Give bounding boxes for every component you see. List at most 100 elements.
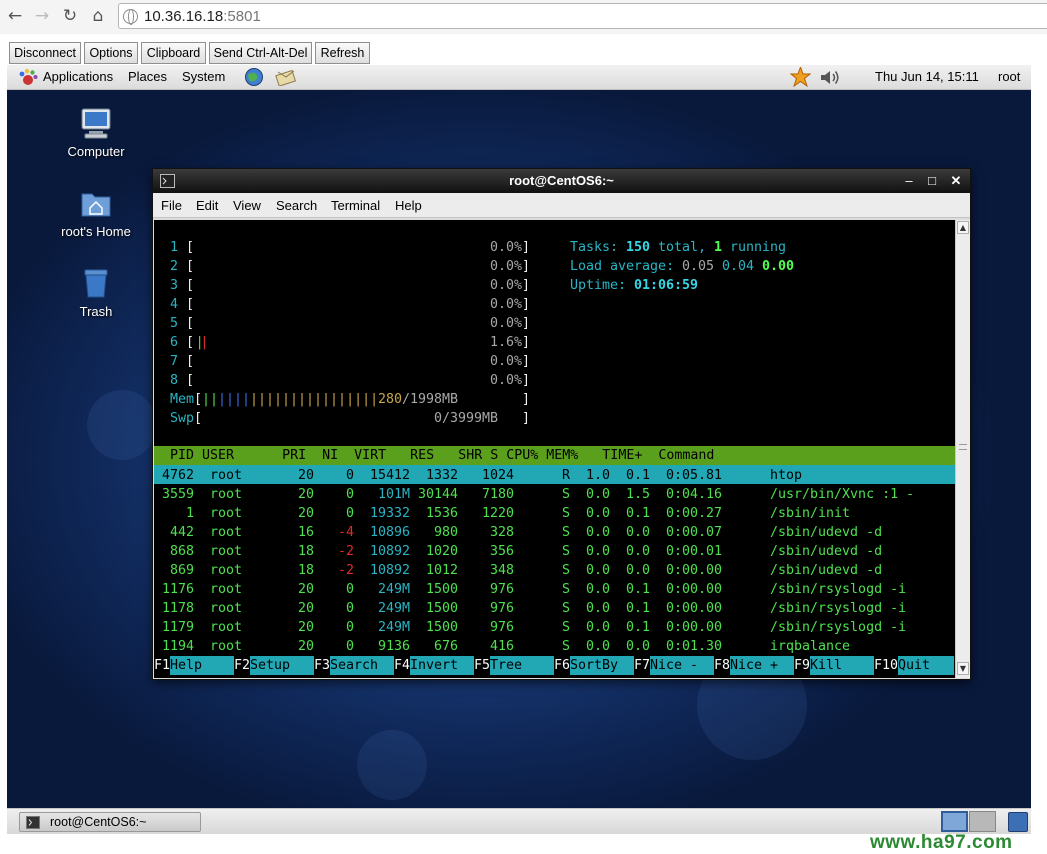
meter-bar: |||||||||||||||| xyxy=(250,392,379,407)
process-table-header[interactable]: PID USER PRI NI VIRT RES SHR S CPU% MEM%… xyxy=(154,446,955,465)
desktop-icon-computer[interactable]: Computer xyxy=(41,106,151,159)
menu-file[interactable]: File xyxy=(161,198,182,213)
close-icon[interactable]: ✕ xyxy=(947,172,965,190)
back-icon[interactable]: ← xyxy=(4,5,26,27)
cell-cmd: htop xyxy=(770,468,803,483)
cell-ni: 0 xyxy=(346,468,355,483)
meter-bracket: [ xyxy=(194,411,203,426)
cell-res: 1500 xyxy=(426,601,459,616)
fkey-f5[interactable]: F5 xyxy=(474,656,490,675)
fkey-f7[interactable]: F7 xyxy=(634,656,650,675)
fkey-label[interactable]: Kill xyxy=(810,656,874,675)
fkey-f1[interactable]: F1 xyxy=(154,656,170,675)
process-row[interactable]: 868 root 18 -2 10892 1020 356 S 0.0 0.0 0:00.01/sb… xyxy=(154,542,955,561)
terminal-scrollbar[interactable]: ▲ ▼ xyxy=(955,220,970,678)
process-row[interactable]: 1179 root 20 0 249M 1500 976 S 0.0 0.1 0:00.00/sbi… xyxy=(154,618,955,637)
process-row[interactable]: 869 root 18 -2 10892 1012 348 S 0.0 0.0 0:00.00/sb… xyxy=(154,561,955,580)
terminal-window[interactable]: root@CentOS6:~ – □ ✕ File Edit View Sear… xyxy=(152,168,971,680)
cell-shr: 348 xyxy=(490,563,515,578)
workspace-1[interactable] xyxy=(941,811,968,832)
trash-icon xyxy=(84,269,108,298)
update-notifier-icon[interactable] xyxy=(790,67,811,88)
fkey-label[interactable]: Search xyxy=(330,656,394,675)
gnome-top-panel: Applications Places System Thu Jun 14, 1… xyxy=(7,65,1031,90)
menu-terminal[interactable]: Terminal xyxy=(331,198,380,213)
fkey-f9[interactable]: F9 xyxy=(794,656,810,675)
desktop-icon-home[interactable]: root's Home xyxy=(41,186,151,239)
fkey-label[interactable]: SortBy xyxy=(570,656,634,675)
fkey-f3[interactable]: F3 xyxy=(314,656,330,675)
cell-res: 30144 xyxy=(418,487,459,502)
fkey-label[interactable]: Tree xyxy=(490,656,554,675)
send-ctrl-alt-del-button[interactable]: Send Ctrl-Alt-Del xyxy=(209,42,312,64)
process-row[interactable]: 1 root 20 0 19332 1536 1220 S 0.0 0.1 0:00.27/sbin… xyxy=(154,504,955,523)
fkey-f4[interactable]: F4 xyxy=(394,656,410,675)
fkey-label[interactable]: Nice - xyxy=(650,656,714,675)
desktop-icon-trash[interactable]: Trash xyxy=(41,266,151,319)
minimize-icon[interactable]: – xyxy=(900,172,918,190)
fkey-label[interactable]: Quit xyxy=(898,656,954,675)
applications-menu[interactable]: Applications xyxy=(43,69,113,84)
cell-time: 0:00.00 xyxy=(666,620,723,635)
process-row[interactable]: 1178 root 20 0 249M 1500 976 S 0.0 0.1 0:00.00/sbi… xyxy=(154,599,955,618)
load-line: Load average: 0.05 0.04 0.00 xyxy=(154,257,955,276)
workspace-2[interactable] xyxy=(969,811,996,832)
menu-view[interactable]: View xyxy=(233,198,261,213)
cell-ni: -2 xyxy=(338,563,355,578)
maximize-icon[interactable]: □ xyxy=(923,172,941,190)
cell-cmd: irqbalance xyxy=(770,639,851,654)
cell-mem: 0.1 xyxy=(626,468,651,483)
disconnect-button[interactable]: Disconnect xyxy=(9,42,81,64)
process-row[interactable]: 1194 root 20 0 9136 676 416 S 0.0 0.0 0:01.30 irqba… xyxy=(154,637,955,656)
uptime-label: Uptime: xyxy=(570,278,635,293)
reload-icon[interactable]: ↻ xyxy=(59,5,81,27)
cpu-number: 5 xyxy=(154,316,179,331)
meter-bracket: [ xyxy=(186,373,195,388)
options-button[interactable]: Options xyxy=(84,42,138,64)
menu-search[interactable]: Search xyxy=(276,198,317,213)
process-row[interactable]: 3559 root 20 0 101M 30144 7180 S 0.0 1.5 0:04.16/u… xyxy=(154,485,955,504)
mail-client-icon[interactable] xyxy=(275,68,297,86)
address-bar[interactable]: 10.36.16.18:5801 xyxy=(118,3,1047,29)
clipboard-button[interactable]: Clipboard xyxy=(141,42,206,64)
cell-cmd: /sbin/rsyslogd -i xyxy=(770,601,907,616)
fkey-f10[interactable]: F10 xyxy=(874,656,898,675)
scroll-up-icon[interactable]: ▲ xyxy=(957,221,969,234)
home-icon[interactable]: ⌂ xyxy=(87,5,109,27)
terminal-titlebar[interactable]: root@CentOS6:~ – □ ✕ xyxy=(153,169,970,193)
fkey-f8[interactable]: F8 xyxy=(714,656,730,675)
fkey-label[interactable]: Help xyxy=(170,656,234,675)
cell-cpu: 0.0 xyxy=(586,525,611,540)
places-menu[interactable]: Places xyxy=(128,69,167,84)
fkey-label[interactable]: Setup xyxy=(250,656,314,675)
cell-shr: 1220 xyxy=(482,506,515,521)
web-browser-icon[interactable] xyxy=(244,67,264,87)
panel-trash-icon[interactable] xyxy=(1008,812,1028,832)
clock[interactable]: Thu Jun 14, 15:11 xyxy=(875,69,979,84)
process-row[interactable]: 442 root 16 -4 10896 980 328 S 0.0 0.0 0:00.07/sbi… xyxy=(154,523,955,542)
menu-help[interactable]: Help xyxy=(395,198,422,213)
scroll-down-icon[interactable]: ▼ xyxy=(957,662,969,675)
wallpaper-bubble xyxy=(87,390,157,460)
htop-screen[interactable]: 1[ 0.0%] 2[ 0.0%] 3[ 0.0%] 4[ 0.0%] 5[ 0… xyxy=(154,220,955,678)
cpu-number: 6 xyxy=(154,335,179,350)
cell-time: 0:00.01 xyxy=(666,544,723,559)
volume-icon[interactable] xyxy=(819,68,841,87)
process-row[interactable]: 1176 root 20 0 249M 1500 976 S 0.0 0.1 0:00.00/sbi… xyxy=(154,580,955,599)
cell-cpu: 0.0 xyxy=(586,563,611,578)
menu-edit[interactable]: Edit xyxy=(196,198,218,213)
terminal-icon xyxy=(26,816,40,829)
fkey-label[interactable]: Invert xyxy=(410,656,474,675)
scroll-grip-icon[interactable] xyxy=(959,444,967,450)
fkey-f6[interactable]: F6 xyxy=(554,656,570,675)
system-menu[interactable]: System xyxy=(182,69,225,84)
refresh-button[interactable]: Refresh xyxy=(315,42,370,64)
cell-s: S xyxy=(562,582,571,597)
user-name[interactable]: root xyxy=(998,69,1020,84)
fkey-label[interactable]: Nice + xyxy=(730,656,794,675)
forward-icon[interactable]: → xyxy=(31,5,53,27)
process-row[interactable]: 4762 root 20 0 15412 1332 1024 R 1.0 0.1 0:05.81 ht… xyxy=(154,466,955,485)
fkey-f2[interactable]: F2 xyxy=(234,656,250,675)
taskbar-terminal-button[interactable]: root@CentOS6:~ xyxy=(19,812,201,832)
gnome-foot-icon[interactable] xyxy=(18,68,38,88)
